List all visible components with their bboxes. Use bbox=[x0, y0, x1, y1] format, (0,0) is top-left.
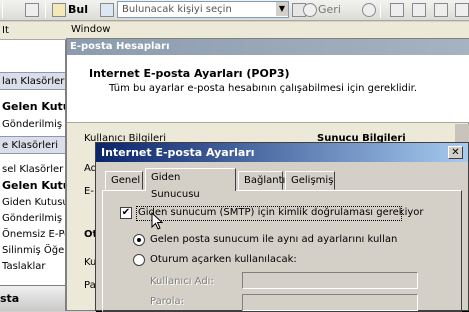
print-icon[interactable] bbox=[25, 3, 39, 17]
back-icon[interactable] bbox=[303, 3, 317, 17]
mail-nav-button[interactable]: sta bbox=[0, 285, 65, 311]
password-label: Parola: bbox=[150, 296, 184, 307]
refresh-icon[interactable] bbox=[412, 3, 426, 17]
password-label: Pa bbox=[84, 280, 96, 291]
use-incoming-settings-radio[interactable] bbox=[133, 234, 145, 246]
close-icon: ✕ bbox=[451, 147, 460, 158]
folder-pane: lan Klasörler Gelen Kutusu Gönderilmiş Ö… bbox=[0, 40, 66, 311]
contact-search-placeholder: Bulunacak kişiyi seçin bbox=[122, 4, 232, 15]
tab-advanced[interactable]: Gelişmiş bbox=[285, 171, 335, 190]
smtp-auth-label[interactable]: Giden sunucum (SMTP) için kimlik doğrula… bbox=[138, 207, 424, 218]
toolbar-fragment-label: It bbox=[2, 25, 9, 36]
dialog-title: Internet E-posta Ayarları ✕ bbox=[96, 143, 468, 162]
folder-group-header[interactable]: e Klasörleri bbox=[0, 136, 65, 154]
find-icon[interactable] bbox=[52, 3, 66, 17]
search-icon[interactable] bbox=[455, 3, 469, 17]
folder-inbox[interactable]: Gelen Kutusu bbox=[0, 98, 65, 116]
toolbar-separator bbox=[380, 3, 381, 18]
address-book-icon[interactable] bbox=[100, 3, 114, 17]
chevron-down-icon[interactable]: ▼ bbox=[276, 2, 288, 16]
wizard-header: Internet E-posta Ayarları (POP3) Tüm bu … bbox=[67, 55, 469, 123]
toolbar-separator bbox=[2, 3, 3, 18]
tab-outgoing-server[interactable]: Giden Sunucusu bbox=[145, 168, 236, 200]
window-title: E-posta Hesapları bbox=[67, 39, 469, 55]
use-incoming-settings-label[interactable]: Gelen posta sunucum ile aynı ad ayarları… bbox=[150, 234, 397, 245]
window-menu[interactable]: Window bbox=[71, 24, 110, 35]
home-icon[interactable] bbox=[434, 3, 448, 17]
stop-icon[interactable] bbox=[390, 3, 404, 17]
dialog-title-text: Internet E-posta Ayarları bbox=[101, 146, 255, 159]
wizard-subheading: Tüm bu ayarlar e-posta hesabının çalışab… bbox=[109, 83, 418, 94]
logon-using-radio[interactable] bbox=[133, 254, 145, 266]
check-icon: ✔ bbox=[121, 207, 131, 218]
tab-connection[interactable]: Bağlantı bbox=[238, 171, 285, 190]
folder-group-header[interactable]: lan Klasörler bbox=[0, 72, 65, 90]
mouse-pointer-icon bbox=[151, 212, 163, 230]
main-toolbar: Bul Bulunacak kişiyi seçin ▼ Geri bbox=[0, 0, 469, 21]
find-button[interactable]: Bul bbox=[68, 3, 88, 16]
folder-drafts[interactable]: Taslaklar bbox=[0, 258, 65, 276]
close-button[interactable]: ✕ bbox=[448, 146, 463, 159]
toolbar-separator bbox=[45, 3, 46, 18]
back-button[interactable]: Geri bbox=[318, 3, 341, 16]
password-input bbox=[242, 294, 418, 311]
logon-using-label[interactable]: Oturum açarken kullanılacak: bbox=[150, 254, 297, 265]
username-input bbox=[242, 272, 418, 289]
email-label: E- bbox=[84, 186, 94, 197]
folder-inbox[interactable]: Gelen Kutu bbox=[0, 177, 65, 195]
tab-general[interactable]: Genel bbox=[105, 171, 143, 190]
forward-icon[interactable] bbox=[362, 3, 376, 17]
wizard-heading: Internet E-posta Ayarları (POP3) bbox=[89, 67, 290, 80]
username-label: Kullanıcı Adı: bbox=[150, 276, 214, 287]
smtp-auth-checkbox[interactable]: ✔ bbox=[120, 207, 132, 219]
folder-sent-items[interactable]: Gönderilmiş Öğel bbox=[0, 116, 65, 134]
contact-search-input[interactable]: Bulunacak kişiyi seçin bbox=[117, 1, 289, 18]
